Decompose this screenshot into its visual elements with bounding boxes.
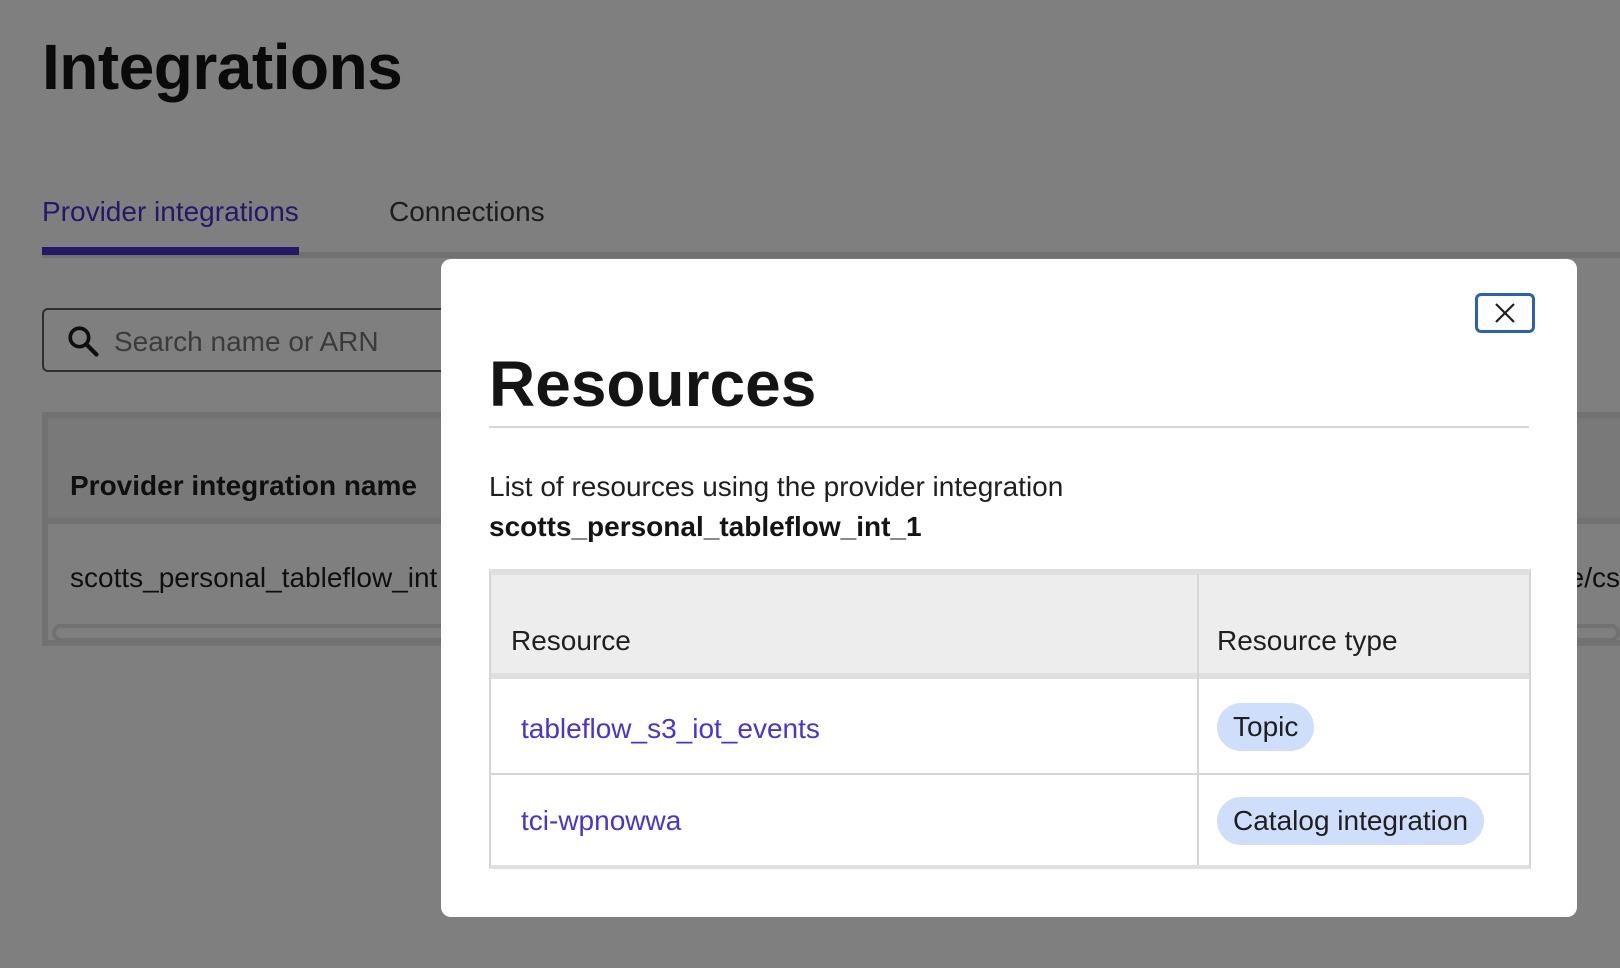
modal-title: Resources (489, 348, 817, 420)
resource-link[interactable]: tci-wpnowwa (521, 805, 681, 837)
resource-type-badge: Topic (1217, 703, 1315, 751)
column-header-resource: Resource (511, 625, 631, 656)
table-row: tableflow_s3_iot_events Topic (491, 679, 1529, 775)
divider (489, 426, 1529, 428)
resource-type-badge: Catalog integration (1217, 797, 1485, 845)
resource-link[interactable]: tableflow_s3_iot_events (521, 713, 820, 745)
resources-table: Resource Resource type tableflow_s3_iot_… (489, 569, 1531, 869)
table-header: Resource Resource type (491, 575, 1529, 679)
close-button[interactable] (1475, 293, 1535, 333)
column-header-resource-type: Resource type (1217, 625, 1398, 656)
close-icon (1495, 303, 1515, 323)
modal-description: List of resources using the provider int… (489, 471, 1064, 502)
resources-modal: Resources List of resources using the pr… (441, 259, 1577, 917)
integration-name: scotts_personal_tableflow_int_1 (489, 511, 922, 542)
table-row: tci-wpnowwa Catalog integration (491, 775, 1529, 863)
